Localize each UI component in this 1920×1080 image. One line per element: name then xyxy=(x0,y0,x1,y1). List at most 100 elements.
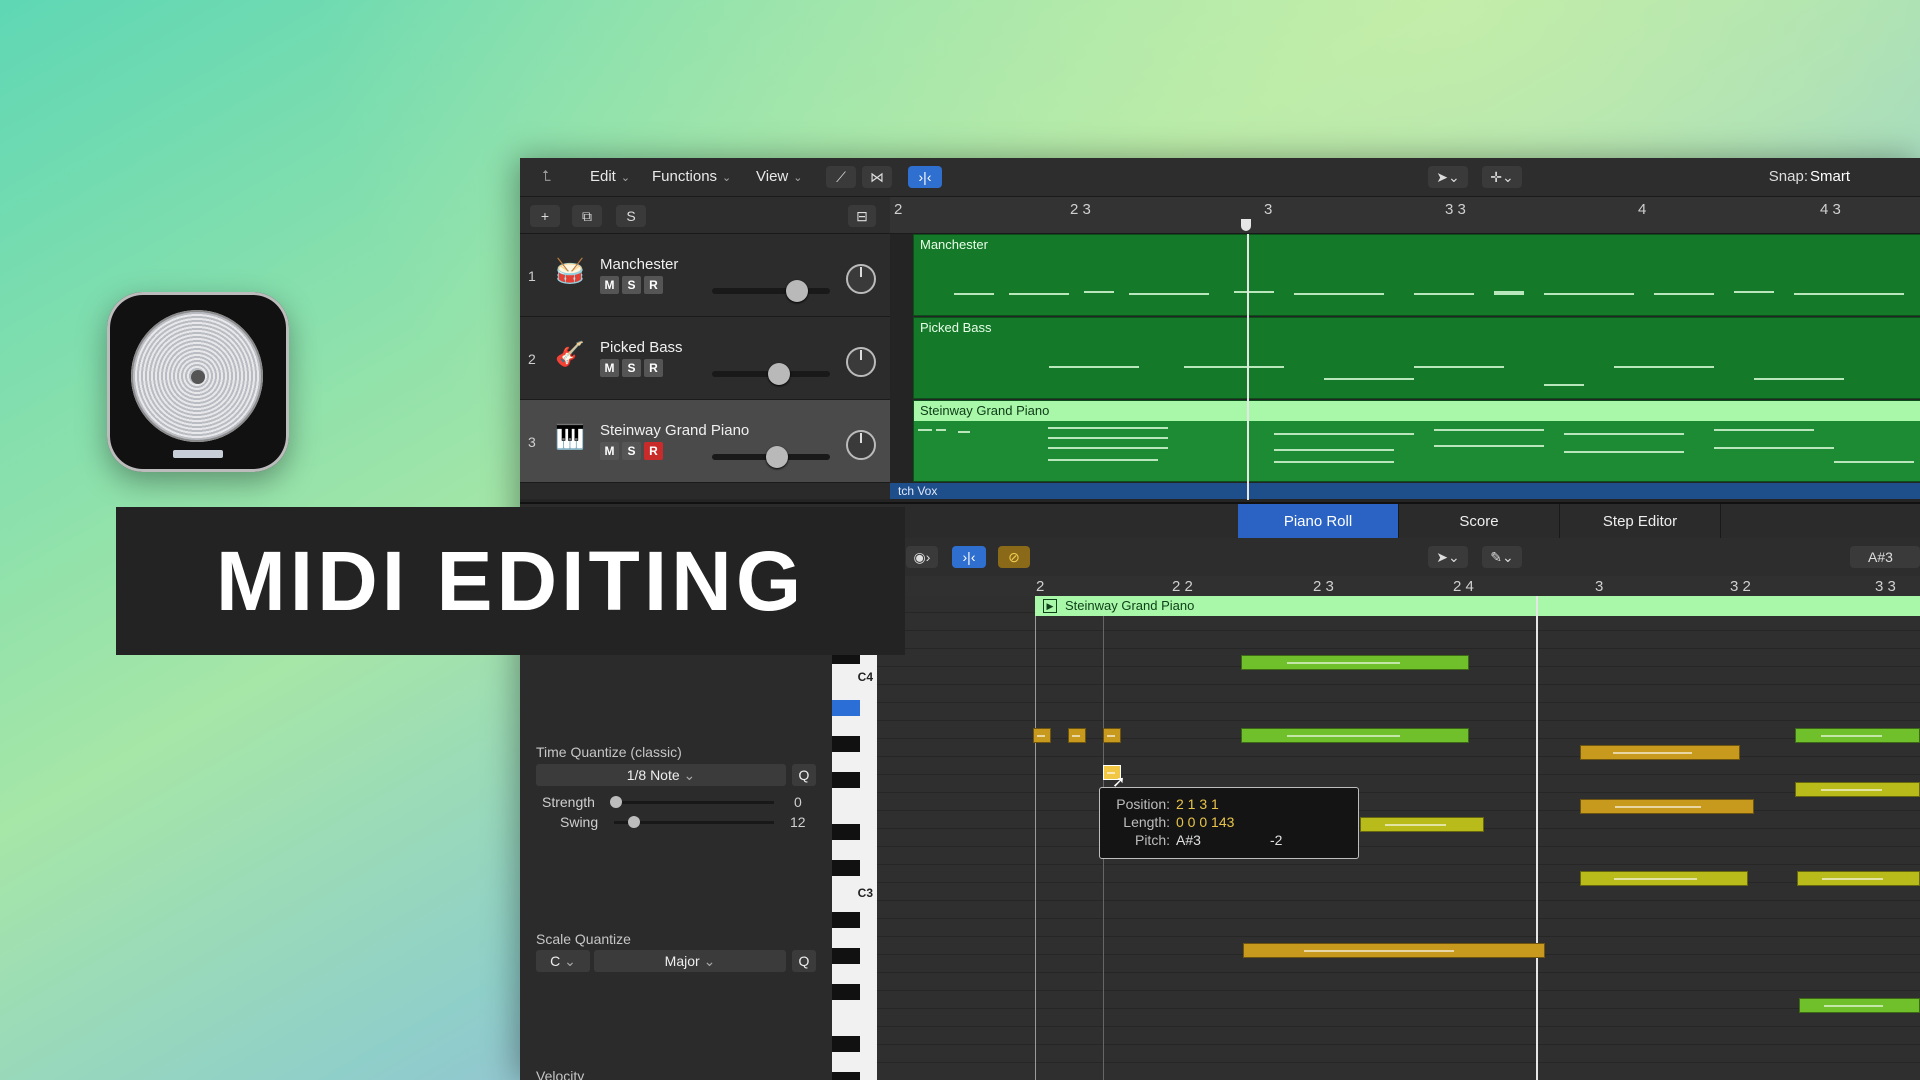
midi-line xyxy=(1048,437,1168,439)
region-steinway[interactable]: Steinway Grand Piano xyxy=(913,400,1920,482)
partial-track-region[interactable]: tch Vox xyxy=(890,483,1920,499)
crosshair-tool-icon[interactable]: ✛⌄ xyxy=(1482,166,1522,188)
volume-fader[interactable] xyxy=(712,363,830,385)
volume-fader[interactable] xyxy=(712,280,830,302)
view-menu[interactable]: View ⌄ xyxy=(756,168,802,185)
roll-region-name: Steinway Grand Piano xyxy=(1065,598,1195,613)
record-enable-button[interactable]: R xyxy=(644,359,663,377)
region-title: Steinway Grand Piano xyxy=(914,401,1920,421)
record-enable-button[interactable]: R xyxy=(644,276,663,294)
piano-roll-ruler[interactable]: 4 2 2 2 2 3 2 4 3 3 2 3 3 xyxy=(877,576,1920,597)
midi-note[interactable] xyxy=(1580,799,1754,814)
solo-button[interactable]: S xyxy=(622,442,641,460)
midi-line xyxy=(958,431,970,433)
midi-note[interactable] xyxy=(1360,817,1484,832)
solo-button[interactable]: S xyxy=(622,276,641,294)
midi-note[interactable] xyxy=(1103,728,1121,743)
fader-knob[interactable] xyxy=(766,446,788,468)
track-header-steinway[interactable]: 3 🎹 Steinway Grand Piano M S R xyxy=(520,400,890,483)
duplicate-track-icon[interactable]: ⧉ xyxy=(572,205,602,227)
mute-button[interactable]: M xyxy=(600,276,619,294)
back-arrow-icon[interactable]: ⮤ xyxy=(542,168,551,185)
strength-slider[interactable] xyxy=(614,801,774,804)
fader-knob[interactable] xyxy=(786,280,808,302)
automation-icon[interactable]: ⟋ xyxy=(826,166,856,188)
midi-note[interactable] xyxy=(1795,728,1920,743)
fader-knob[interactable] xyxy=(768,363,790,385)
black-key[interactable] xyxy=(832,824,860,840)
midi-note[interactable] xyxy=(1580,871,1748,886)
track-header-manchester[interactable]: 1 🥁 Manchester M S R xyxy=(520,234,890,317)
track-name: Manchester xyxy=(600,256,679,273)
catch-playhead-icon[interactable]: ›|‹ xyxy=(908,166,942,188)
midi-note[interactable] xyxy=(1799,998,1920,1013)
record-enable-button[interactable]: R xyxy=(644,442,663,460)
collapse-icon[interactable]: ⊟ xyxy=(848,205,876,227)
black-key[interactable] xyxy=(832,860,860,876)
midi-in-icon[interactable]: ◉› xyxy=(906,546,938,568)
midi-note[interactable] xyxy=(1795,782,1920,797)
pointer-tool-icon[interactable]: ➤⌄ xyxy=(1428,546,1468,568)
ruler-tick: 4 xyxy=(1638,201,1647,218)
pitch-value: A#3 xyxy=(1176,832,1201,848)
track-number: 1 xyxy=(528,268,536,284)
black-key[interactable] xyxy=(832,912,860,928)
midi-note[interactable] xyxy=(1243,943,1545,958)
tab-step-editor[interactable]: Step Editor xyxy=(1560,504,1721,540)
midi-line xyxy=(1049,366,1139,368)
global-solo-button[interactable]: S xyxy=(616,205,646,227)
black-key[interactable] xyxy=(832,1036,860,1052)
catch-playhead-icon[interactable]: ›|‹ xyxy=(952,546,986,568)
midi-line xyxy=(1754,378,1844,380)
link-icon[interactable]: ⊘ xyxy=(998,546,1030,568)
scale-type-select[interactable]: Major ⌄ xyxy=(594,950,786,972)
midi-line xyxy=(1794,293,1904,295)
mute-button[interactable]: M xyxy=(600,359,619,377)
pencil-tool-icon[interactable]: ✎⌄ xyxy=(1482,546,1522,568)
edit-menu[interactable]: Edit ⌄ xyxy=(590,168,630,185)
mute-button[interactable]: M xyxy=(600,442,619,460)
pan-knob[interactable] xyxy=(846,264,876,294)
black-key-highlighted[interactable] xyxy=(832,700,860,716)
flex-icon[interactable]: ⋈ xyxy=(862,166,892,188)
tab-score[interactable]: Score xyxy=(1399,504,1560,540)
black-key[interactable] xyxy=(832,772,860,788)
scale-quantize-q-button[interactable]: Q xyxy=(792,950,816,972)
midi-note[interactable] xyxy=(1580,745,1740,760)
midi-note[interactable] xyxy=(1797,871,1920,886)
black-key[interactable] xyxy=(832,1072,860,1080)
midi-line xyxy=(1234,291,1274,293)
black-key[interactable] xyxy=(832,736,860,752)
time-quantize-select[interactable]: 1/8 Note ⌄ xyxy=(536,764,786,786)
time-quantize-q-button[interactable]: Q xyxy=(792,764,816,786)
mouse-cursor-icon: ➚ xyxy=(1112,774,1126,791)
logic-pro-app-icon xyxy=(107,292,289,472)
swing-slider-knob[interactable] xyxy=(628,816,640,828)
tab-piano-roll[interactable]: Piano Roll xyxy=(1238,504,1399,540)
arrange-ruler[interactable]: 2 2 3 3 3 3 4 4 3 xyxy=(890,197,1920,234)
functions-menu[interactable]: Functions ⌄ xyxy=(652,168,731,185)
solo-button[interactable]: S xyxy=(622,359,641,377)
track-header-picked-bass[interactable]: 2 🎸 Picked Bass M S R xyxy=(520,317,890,400)
scale-type-value: Major xyxy=(664,953,700,969)
region-picked-bass[interactable]: Picked Bass xyxy=(913,317,1920,399)
playhead-handle[interactable] xyxy=(1241,219,1251,231)
midi-note[interactable] xyxy=(1241,728,1469,743)
ruler-tick: 3 xyxy=(1595,578,1604,595)
scale-root-select[interactable]: C ⌄ xyxy=(536,950,590,972)
add-track-button[interactable]: + xyxy=(530,205,560,227)
snap-select[interactable]: Smart xyxy=(1810,168,1920,185)
roll-region-header[interactable]: ▶ Steinway Grand Piano xyxy=(1035,596,1920,616)
black-key[interactable] xyxy=(832,948,860,964)
midi-note[interactable] xyxy=(1033,728,1051,743)
strength-slider-knob[interactable] xyxy=(610,796,622,808)
pitch-label: Pitch: xyxy=(1134,832,1170,848)
midi-note[interactable] xyxy=(1241,655,1469,670)
pan-knob[interactable] xyxy=(846,430,876,460)
black-key[interactable] xyxy=(832,984,860,1000)
volume-fader[interactable] xyxy=(712,446,830,468)
region-manchester[interactable]: Manchester xyxy=(913,234,1920,316)
midi-note[interactable] xyxy=(1068,728,1086,743)
pan-knob[interactable] xyxy=(846,347,876,377)
pointer-tool-icon[interactable]: ➤⌄ xyxy=(1428,166,1468,188)
